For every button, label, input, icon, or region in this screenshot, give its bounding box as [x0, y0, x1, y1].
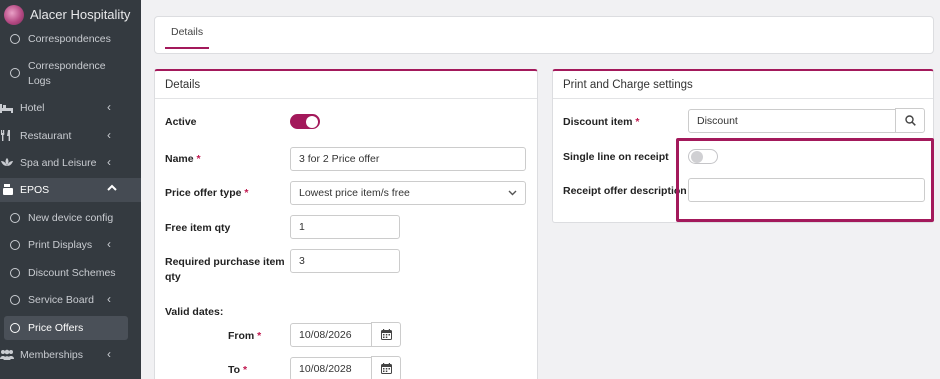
required-mark: * [244, 187, 249, 199]
single-line-label: Single line on receipt [563, 151, 669, 163]
name-input[interactable]: 3 for 2 Price offer [290, 147, 526, 171]
from-calendar-button[interactable] [371, 322, 401, 347]
search-icon [904, 115, 916, 126]
circle-icon [10, 34, 20, 44]
from-label: From * [228, 330, 261, 342]
active-label: Active [165, 116, 197, 128]
required-mark: * [196, 153, 201, 165]
required-purchase-qty-label: Required purchase item [165, 256, 285, 268]
sidebar-item-label: Spa and Leisure [20, 157, 97, 169]
users-icon [0, 349, 14, 361]
chevron-down-icon [508, 188, 517, 199]
name-label: Name * [165, 153, 201, 165]
sidebar-item-spa[interactable]: Spa and Leisure ‹ [0, 155, 141, 171]
sidebar-item-hotel[interactable]: Hotel ‹ [0, 100, 141, 116]
from-label-text: From [228, 330, 255, 342]
price-offer-type-select[interactable]: Lowest price item/s free [290, 181, 526, 205]
sidebar-item-new-device-config[interactable]: New device config [0, 210, 141, 226]
free-item-qty-label: Free item qty [165, 222, 231, 234]
sidebar-item-label: Discount Schemes [28, 267, 116, 279]
sidebar-item-correspondences[interactable]: Correspondences [0, 30, 141, 48]
toggle-knob [306, 115, 318, 128]
bed-icon [0, 102, 14, 114]
circle-icon [10, 323, 20, 333]
sidebar-item-print-displays[interactable]: Print Displays ‹ [0, 237, 141, 253]
calendar-icon [380, 329, 392, 340]
sidebar-item-label: Restaurant [20, 130, 72, 142]
tab-details[interactable]: Details [165, 17, 210, 49]
valid-dates-label: Valid dates: [165, 306, 224, 318]
calendar-icon [380, 363, 392, 374]
chevron-left-icon: ‹ [107, 347, 111, 361]
price-offer-type-label-text: Price offer type [165, 187, 242, 199]
discount-item-label-text: Discount item [563, 116, 633, 128]
details-card-title: Details [155, 71, 537, 99]
required-purchase-qty-input[interactable]: 3 [290, 249, 400, 273]
sidebar-item-epos[interactable]: EPOS [0, 178, 141, 202]
sidebar-item-label: New device config [28, 212, 114, 224]
sidebar-item-service-board[interactable]: Service Board ‹ [0, 292, 141, 308]
sidebar-item-label: Service Board [28, 294, 94, 306]
sidebar-item-correspondence-logs[interactable]: Correspondence Logs [0, 56, 141, 90]
circle-icon [10, 68, 20, 78]
chevron-left-icon: ‹ [107, 100, 111, 114]
utensils-icon [0, 130, 14, 142]
sidebar-item-label-line2: Logs [28, 75, 51, 87]
chevron-left-icon: ‹ [107, 128, 111, 142]
circle-icon [10, 240, 20, 250]
print-charge-card-title: Print and Charge settings [553, 71, 933, 99]
sidebar-item-price-offers[interactable]: Price Offers [4, 316, 128, 340]
active-toggle[interactable] [290, 114, 320, 129]
to-label: To * [228, 364, 247, 376]
circle-icon [10, 295, 20, 305]
brand[interactable]: Alacer Hospitality [0, 0, 141, 30]
sidebar-item-label: Correspondences [28, 33, 111, 45]
required-mark: * [257, 330, 262, 342]
chevron-up-icon [107, 182, 117, 196]
chevron-left-icon: ‹ [107, 237, 111, 251]
sidebar-item-label: EPOS [20, 184, 50, 196]
price-offer-type-value: Lowest price item/s free [299, 187, 410, 199]
sidebar-item-label: Hotel [20, 102, 45, 114]
chevron-left-icon: ‹ [107, 292, 111, 306]
required-mark: * [242, 364, 248, 376]
sidebar-item-restaurant[interactable]: Restaurant ‹ [0, 128, 141, 144]
free-item-qty-input[interactable]: 1 [290, 215, 400, 239]
discount-item-input[interactable]: Discount [688, 109, 896, 133]
sidebar: Alacer Hospitality Correspondences Corre… [0, 0, 141, 379]
name-label-text: Name [165, 153, 194, 165]
brand-name: Alacer Hospitality [30, 7, 131, 22]
sidebar-item-label: Memberships [20, 349, 84, 361]
circle-icon [10, 213, 20, 223]
brand-logo-icon [4, 5, 24, 25]
circle-icon [10, 268, 20, 278]
spa-icon [0, 157, 14, 169]
cash-register-icon [2, 184, 16, 196]
chevron-left-icon: ‹ [107, 155, 111, 169]
to-label-text: To [228, 364, 241, 376]
required-mark: * [635, 116, 640, 128]
to-date-input[interactable]: 10/08/2028 [290, 357, 372, 379]
sidebar-item-label: Price Offers [28, 322, 84, 334]
required-purchase-qty-label-line2: qty [165, 271, 181, 283]
sidebar-item-label: Print Displays [28, 239, 93, 251]
price-offer-type-label: Price offer type * [165, 187, 248, 199]
receipt-offer-description-label: Receipt offer description [563, 185, 687, 197]
sidebar-item-label: Correspondence [28, 60, 106, 72]
to-calendar-button[interactable] [371, 356, 401, 379]
sidebar-item-memberships[interactable]: Memberships ‹ [0, 347, 141, 363]
discount-item-label: Discount item * [563, 116, 639, 128]
highlight-box [676, 138, 934, 222]
discount-search-button[interactable] [895, 108, 925, 133]
tabs-bar: Details [154, 16, 934, 54]
from-date-input[interactable]: 10/08/2026 [290, 323, 372, 347]
sidebar-item-discount-schemes[interactable]: Discount Schemes [0, 265, 141, 281]
